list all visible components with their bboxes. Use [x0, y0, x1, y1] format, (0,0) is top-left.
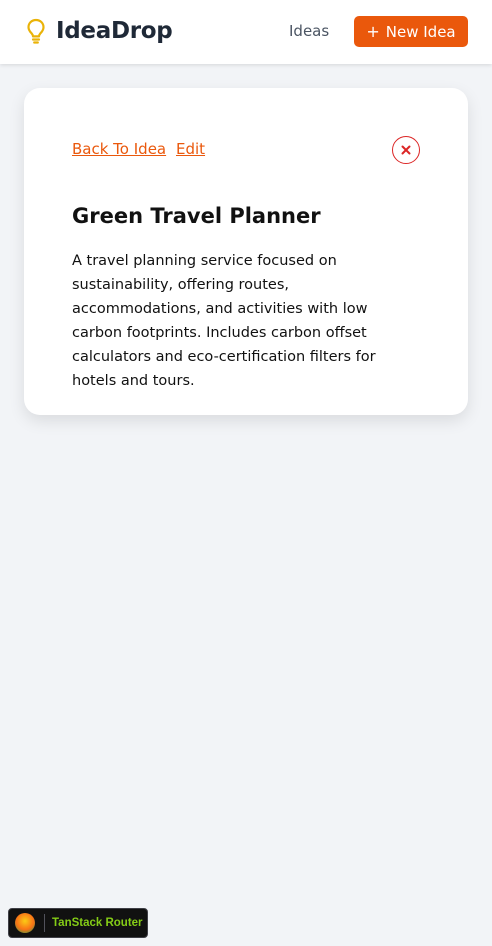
divider	[44, 914, 45, 932]
edit-idea-link[interactable]: Edit	[176, 140, 205, 158]
tanstack-router-devtools-button[interactable]: TanStack Router	[8, 908, 148, 938]
new-idea-label: New Idea	[385, 22, 456, 41]
nav-ideas-link[interactable]: Ideas	[289, 22, 329, 40]
brand-name: IdeaDrop	[56, 18, 173, 44]
plus-icon: +	[366, 22, 380, 41]
tanstack-logo-icon	[15, 913, 35, 933]
delete-idea-button[interactable]	[392, 136, 420, 164]
close-icon	[401, 145, 411, 155]
top-navbar: IdeaDrop Ideas + New Idea	[0, 0, 492, 64]
new-idea-button[interactable]: + New Idea	[354, 16, 468, 47]
idea-detail-card: Back To Idea Edit Green Travel Planner A…	[24, 88, 468, 415]
devtools-label: TanStack Router	[52, 917, 143, 929]
lightbulb-icon	[27, 18, 45, 44]
brand-logo-link[interactable]: IdeaDrop	[26, 18, 173, 44]
idea-description: A travel planning service focused on sus…	[72, 253, 376, 389]
idea-title: Green Travel Planner	[72, 204, 321, 228]
back-to-idea-link[interactable]: Back To Idea	[72, 140, 166, 158]
